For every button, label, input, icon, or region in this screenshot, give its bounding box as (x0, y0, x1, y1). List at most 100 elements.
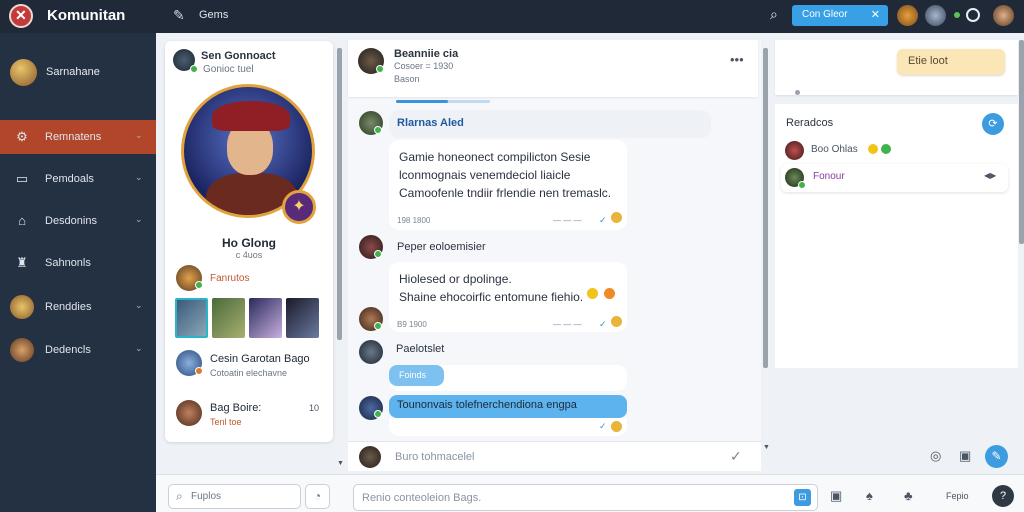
close-icon[interactable]: ✕ (871, 8, 880, 21)
status-icon (881, 144, 891, 154)
help-icon[interactable]: ? (992, 485, 1014, 507)
message-time: B9 1900 (397, 320, 427, 329)
chat-progress-bar (396, 100, 490, 103)
attachment-pill[interactable]: Foinds (389, 365, 444, 386)
search-icon[interactable]: ⌕ (770, 6, 778, 23)
message-footer: ✓ (389, 418, 627, 436)
online-status-icon (195, 281, 203, 289)
sidebar-item-label: Sahnonls (45, 257, 91, 269)
message-time: 198 1800 (397, 216, 431, 225)
avatar (10, 59, 37, 86)
chevron-down-icon: ⌄ (135, 214, 143, 224)
top-bar: Komunitan ✎ Gems ⌕ Con Gleor ✕ (0, 0, 1024, 33)
message-sender[interactable]: Rlarnas Aled (397, 117, 464, 129)
friend-status: Tenl toe (210, 417, 242, 427)
more-icon[interactable]: ◀▶ (984, 171, 996, 180)
read-receipt-icon: ✓ (599, 215, 607, 225)
reply-placeholder: Buro tohmacelel (395, 451, 475, 463)
list-item[interactable]: Fonour ◀▶ (781, 164, 1008, 192)
right-list-panel: Reradcos ⟳ Boo Ohlas Fonour ◀▶ (775, 104, 1018, 368)
sidebar-item-renddies[interactable]: Renddies ⌄ (0, 290, 156, 324)
chevron-down-icon: ⌄ (135, 343, 143, 353)
online-status-icon (374, 410, 382, 418)
camera-icon[interactable]: ▣ (830, 488, 842, 504)
sidebar-item-sahnonls[interactable]: ♜ Sahnonls (0, 246, 156, 280)
scroll-down-icon[interactable]: ▼ (763, 444, 770, 451)
settings-icon[interactable]: ◎ (930, 448, 941, 464)
chat-scrollbar[interactable] (763, 48, 768, 368)
own-message-bubble: Tounonvais tolefnerchendiona engpa (389, 395, 627, 418)
message-line: lconmognais venemdeciol liaicle (399, 168, 571, 182)
read-receipt-icon: ✓ (599, 319, 607, 329)
microphone-icon[interactable]: ♠ (866, 488, 873, 503)
message-sender[interactable]: Peper eoloemisier (397, 241, 486, 253)
emoji-icon[interactable] (611, 212, 622, 223)
right-top-panel: Etie loot (775, 40, 1018, 95)
message-input[interactable]: Renio conteoleion Bags. ⊡ (353, 484, 818, 511)
attach-icon[interactable]: ⊡ (794, 489, 811, 506)
tab-gems[interactable]: Gems (199, 9, 228, 21)
chat-header: Beanniie cia Cosoer = 1930 Bason ••• (348, 40, 758, 97)
friend-avatar[interactable] (925, 5, 946, 26)
more-options-icon[interactable]: ••• (730, 52, 744, 67)
status-icon (195, 367, 203, 375)
scroll-down-icon[interactable]: ▼ (337, 460, 344, 467)
portrait-hat (212, 101, 290, 131)
sidebar-user-name: Sarnahane (46, 66, 100, 78)
avatar[interactable] (359, 340, 383, 364)
community-icon: ⚙ (16, 129, 28, 144)
sidebar-item-desdonins[interactable]: ⌂ Desdonins ⌄ (0, 204, 156, 238)
gift-icon[interactable]: ♣ (904, 488, 913, 503)
notifications-icon[interactable] (966, 8, 980, 22)
friend-avatar-icon (10, 295, 34, 319)
profile-avatar[interactable] (993, 5, 1014, 26)
emoji-icon[interactable] (587, 288, 598, 299)
compose-icon[interactable]: ✎ (985, 445, 1008, 468)
top-action-button[interactable]: Con Gleor ✕ (792, 5, 888, 26)
sidebar-item-remnatens[interactable]: ⚙ Remnatens ⌄ (0, 120, 156, 154)
sidebar-item-label: Pemdoals (45, 173, 94, 185)
profile-scrollbar[interactable] (337, 48, 342, 340)
chat-title: Beanniie cia (394, 48, 459, 60)
message-placeholder: Renio conteoleion Bags. (362, 492, 482, 504)
search-placeholder: Fuplos (191, 491, 222, 502)
image-icon[interactable]: ▣ (959, 448, 971, 464)
right-action-button[interactable]: Etie loot (897, 49, 1005, 75)
gallery-thumbnail[interactable] (212, 298, 245, 338)
right-scrollbar[interactable] (1019, 40, 1024, 244)
friend-status: Cotoatin elechavne (210, 368, 288, 378)
gallery-thumbnail[interactable] (249, 298, 282, 338)
add-icon[interactable]: ⟳ (982, 113, 1004, 135)
sidebar-item-label: Dedencls (45, 344, 91, 356)
sidebar-item-label: Remnatens (45, 131, 102, 143)
bottom-label[interactable]: Fepio (946, 491, 969, 501)
app-logo[interactable] (9, 4, 33, 28)
gallery-thumbnail[interactable] (286, 298, 319, 338)
chat-reply-bar[interactable]: Buro tohmacelel ✓ (348, 441, 761, 471)
gallery-thumbnail[interactable] (175, 298, 208, 338)
progress-fill (396, 100, 448, 103)
guild-badge-icon[interactable]: ✦ (282, 190, 316, 224)
sidebar-item-pemdoals[interactable]: ▭ Pemdoals ⌄ (0, 162, 156, 196)
emoji-icon (868, 144, 878, 154)
friend-count: 10 (309, 403, 320, 413)
indicator-dot (795, 90, 800, 95)
read-receipt-icon: ✓ (599, 421, 607, 431)
friend-name: Bag Boire: (210, 402, 262, 414)
search-field[interactable]: ⌕ Fuplos (168, 484, 301, 509)
emoji-icon[interactable] (611, 421, 622, 432)
online-status-icon (374, 250, 382, 258)
online-status-icon (374, 126, 382, 134)
online-status-icon (798, 181, 806, 189)
filter-icon[interactable]: ◔ (305, 484, 330, 509)
feather-icon[interactable]: ✎ (173, 7, 185, 24)
emoji-icon[interactable] (604, 288, 615, 299)
checkmark-icon[interactable]: ✓ (730, 448, 742, 465)
message-sender[interactable]: Paelotslet (396, 343, 444, 355)
user-avatar[interactable] (897, 5, 918, 26)
avatar (176, 400, 202, 426)
sidebar-item-dedencls[interactable]: Dedencls ⌄ (0, 333, 156, 367)
sidebar-item-label: Renddies (45, 301, 92, 313)
emoji-icon[interactable] (611, 316, 622, 327)
chat-subtitle: Cosoer = 1930 (394, 61, 454, 71)
